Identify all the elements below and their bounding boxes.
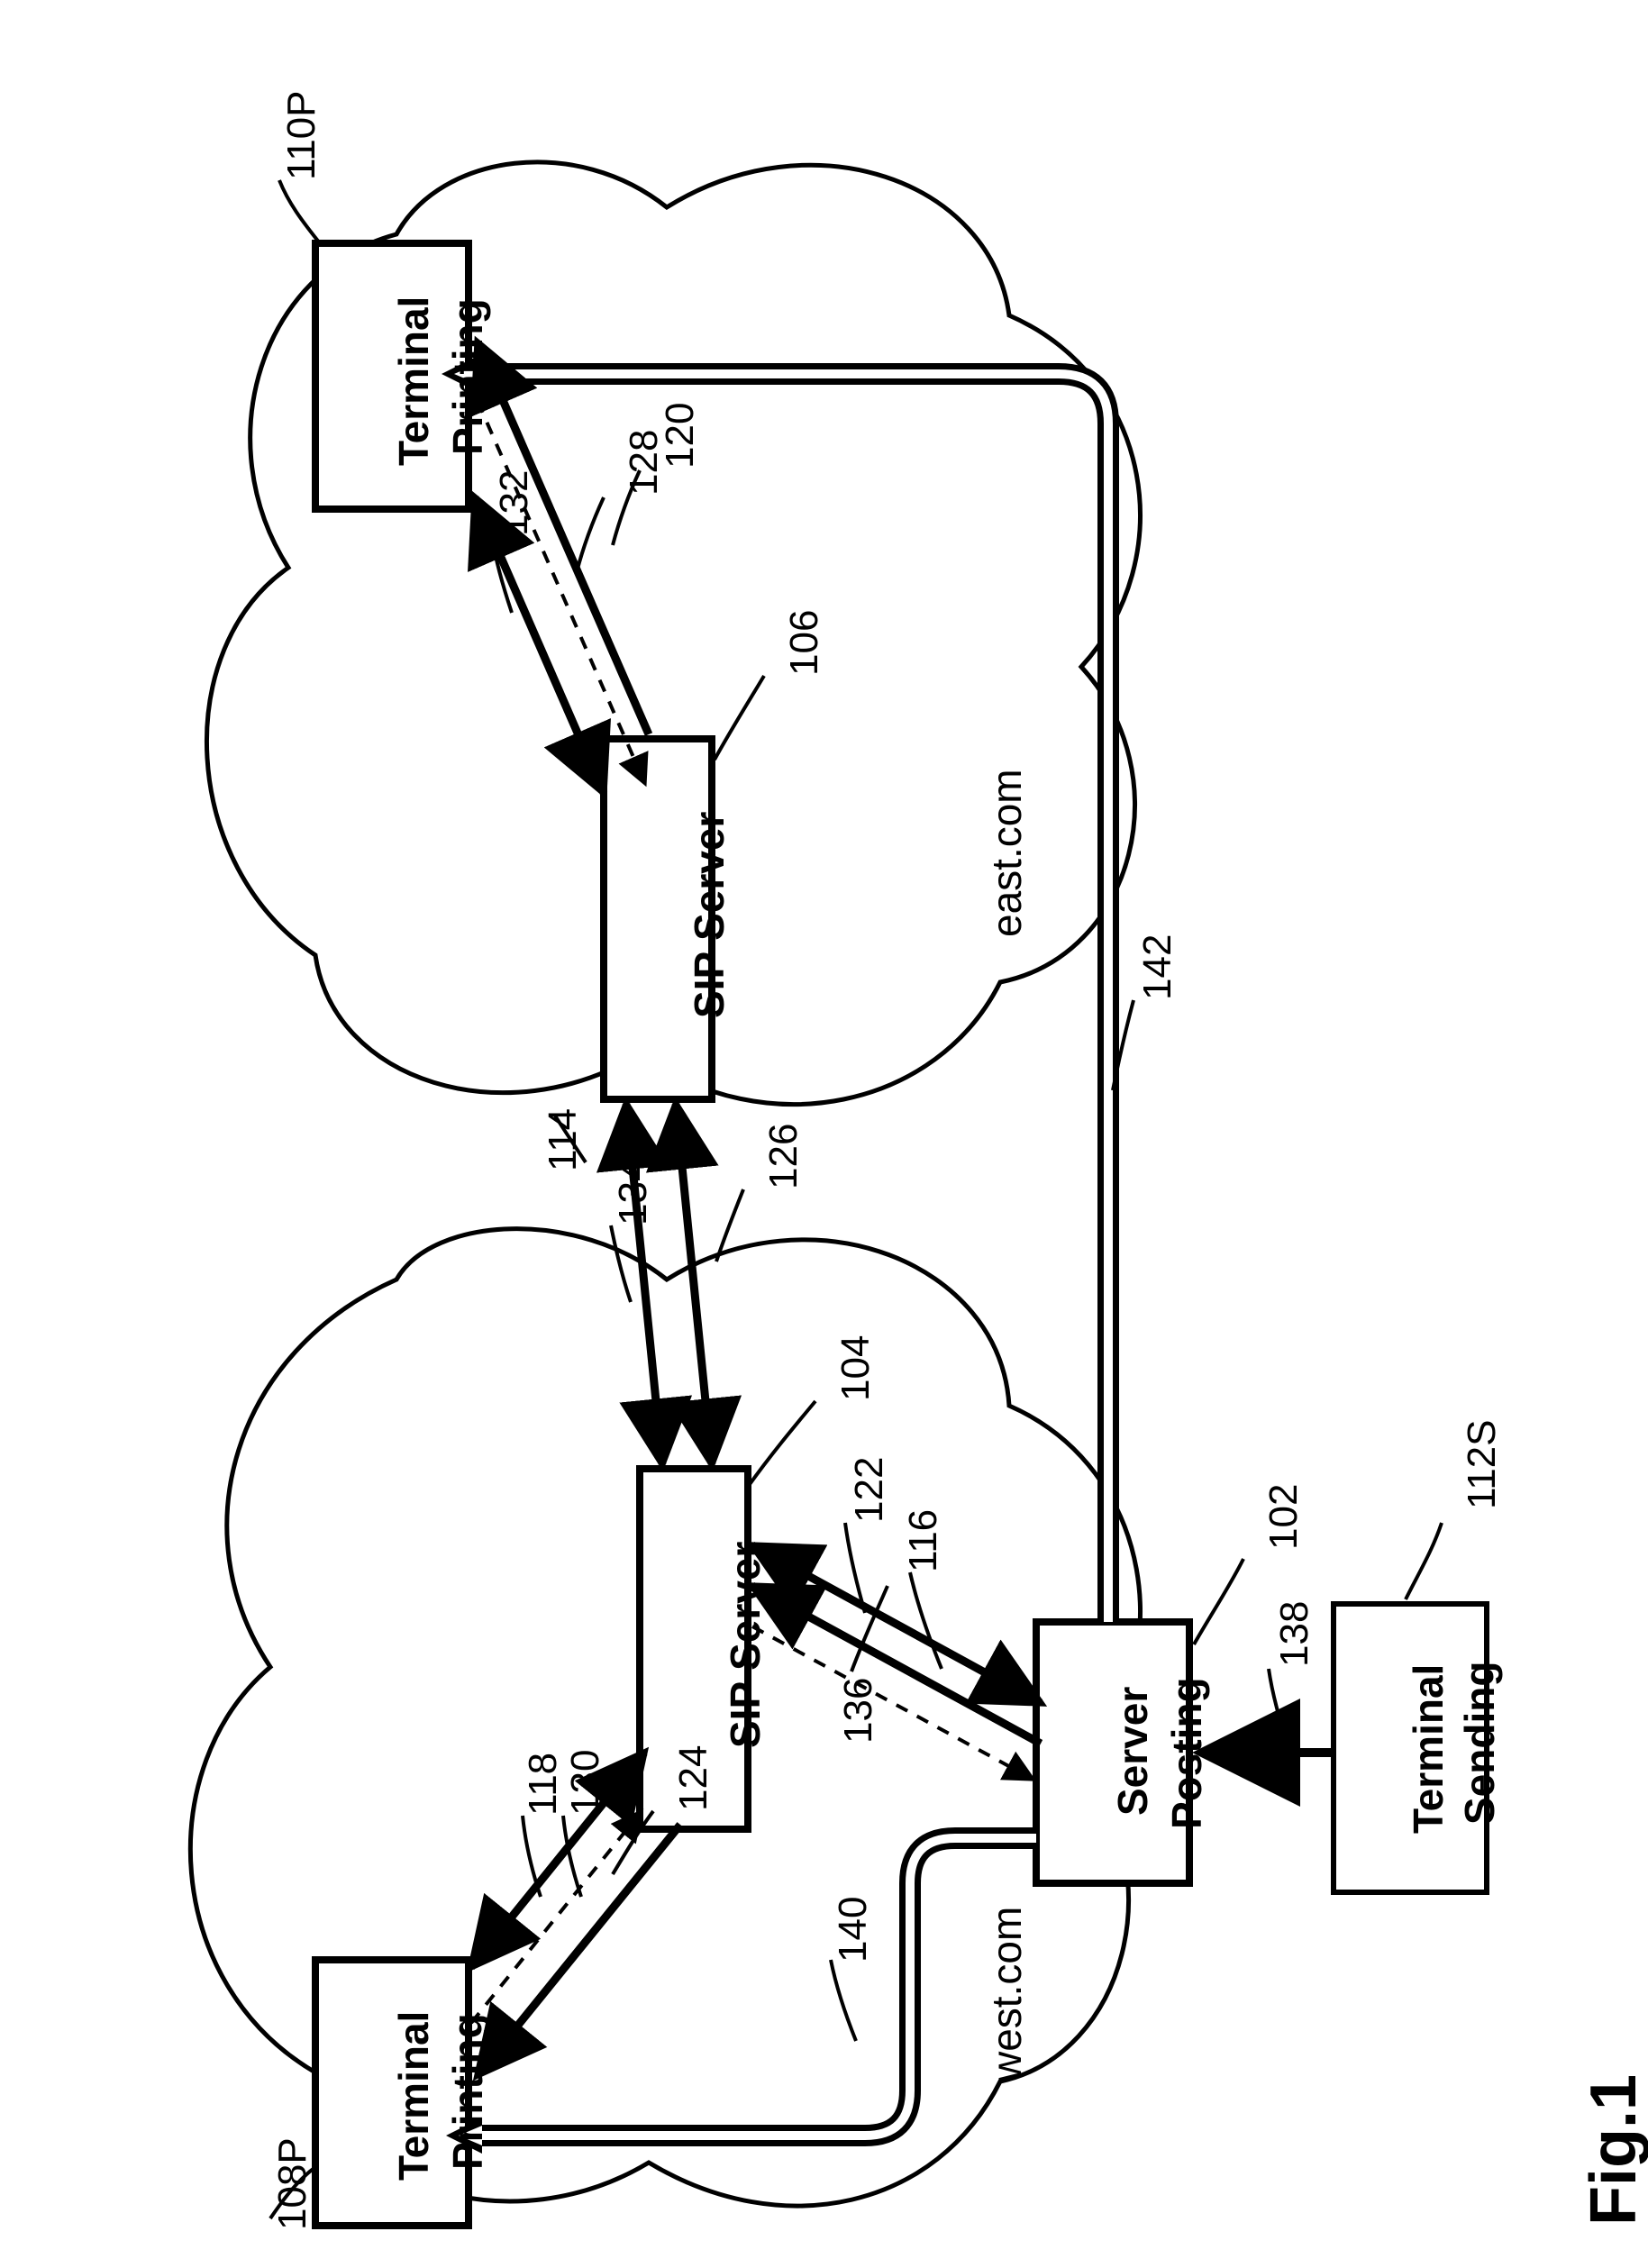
printing-terminal-west-label-2: Terminal bbox=[389, 2011, 438, 2181]
sending-terminal-label-1: Sending bbox=[1455, 1662, 1504, 1825]
ref-138: 138 bbox=[1272, 1601, 1317, 1667]
printing-terminal-east-label-1: Printing bbox=[443, 298, 492, 455]
printing-terminal-east-label-2: Terminal bbox=[389, 296, 438, 466]
sending-terminal-label-2: Terminal bbox=[1404, 1664, 1452, 1834]
ref-134: 134 bbox=[611, 1160, 656, 1225]
ref-130: 130 bbox=[563, 1750, 608, 1816]
ref-124: 124 bbox=[671, 1745, 716, 1811]
sending-terminal-ref: 112S bbox=[1460, 1420, 1505, 1510]
edge-118 bbox=[471, 1811, 642, 2023]
posting-server-ref: 102 bbox=[1261, 1484, 1307, 1550]
posting-server-label-1: Posting bbox=[1162, 1677, 1211, 1829]
cloud-west-label: west.com bbox=[982, 1907, 1031, 2081]
ref-128: 128 bbox=[622, 430, 667, 496]
ref-132: 132 bbox=[492, 470, 537, 536]
cloud-east-label: east.com bbox=[982, 769, 1031, 937]
ref-142: 142 bbox=[1135, 934, 1180, 1000]
ref-140: 140 bbox=[831, 1897, 876, 1963]
ref-122: 122 bbox=[847, 1457, 892, 1523]
sip-server-east-label: SIP Server bbox=[685, 812, 733, 1018]
ref-118: 118 bbox=[521, 1753, 566, 1816]
ref-114: 114 bbox=[541, 1108, 586, 1171]
printing-terminal-west-label-1: Printing bbox=[443, 2013, 492, 2170]
ref-136: 136 bbox=[836, 1678, 881, 1744]
ref-116: 116 bbox=[901, 1509, 946, 1572]
edge-134 bbox=[626, 1104, 662, 1464]
posting-server-label-2: Server bbox=[1108, 1687, 1157, 1816]
edge-122 bbox=[752, 1586, 1041, 1744]
figure-label: Fig.1 bbox=[1577, 2074, 1648, 2226]
sip-server-east-ref: 106 bbox=[782, 610, 827, 676]
edge-124 bbox=[478, 1825, 680, 2075]
edge-120 bbox=[478, 401, 645, 784]
edge-126 bbox=[676, 1104, 712, 1464]
edge-136 bbox=[752, 1545, 1041, 1703]
printing-terminal-east-ref: 110P bbox=[279, 91, 324, 181]
sip-server-west-ref: 104 bbox=[833, 1335, 879, 1401]
edge-128 bbox=[478, 342, 649, 734]
sip-server-west-label: SIP Server bbox=[721, 1542, 769, 1748]
ref-126: 126 bbox=[761, 1124, 806, 1189]
edge-116 bbox=[752, 1626, 1033, 1780]
printing-terminal-west-ref: 108P bbox=[270, 2137, 315, 2230]
